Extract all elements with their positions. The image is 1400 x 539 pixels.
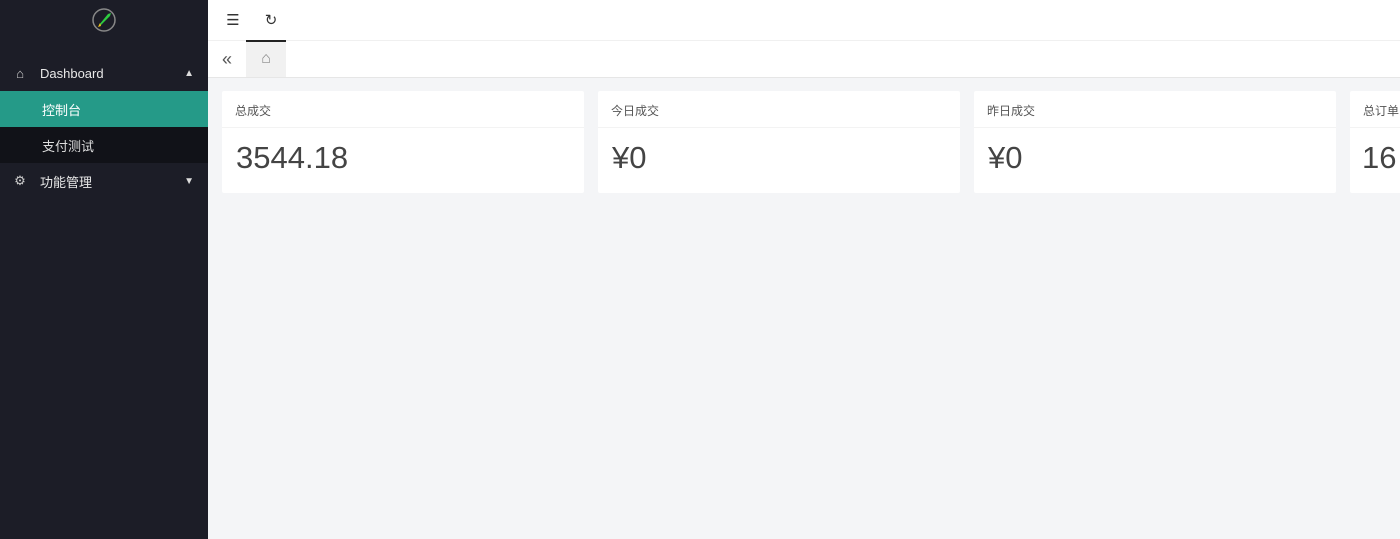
- logo[interactable]: [0, 0, 208, 40]
- sidebar-item-payment-test[interactable]: 支付测试: [0, 127, 208, 163]
- home-icon: ⌂: [16, 65, 24, 81]
- menu-feature-management-label: 功能管理: [40, 174, 93, 190]
- menu-dashboard-label: Dashboard: [40, 65, 104, 81]
- rocket-logo-icon: [92, 8, 116, 32]
- stat-card-total: 总成交 3544.18: [222, 91, 584, 193]
- double-chevron-left-icon[interactable]: «: [208, 49, 246, 70]
- top-bar: ☰ ↻: [208, 0, 1400, 41]
- sidebar-item-console[interactable]: 控制台: [0, 91, 208, 127]
- card-value: 16: [1362, 140, 1397, 175]
- card-value: ¥0: [988, 140, 1023, 175]
- chevron-up-icon: ▲: [184, 67, 194, 79]
- sidebar: ⌂ Dashboard ▲ 控制台 支付测试 ⚙ 功能管理 ▼: [0, 0, 208, 539]
- tab-bar: « ⌂: [208, 39, 1400, 78]
- stat-card-orders: 总订单 16: [1350, 91, 1400, 193]
- menu-feature-management[interactable]: ⚙ 功能管理 ▼: [0, 163, 208, 199]
- home-icon: ⌂: [261, 50, 271, 67]
- menu-fold-icon[interactable]: ☰: [220, 11, 246, 29]
- card-title: 总成交: [222, 91, 584, 128]
- menu-dashboard[interactable]: ⌂ Dashboard ▲: [0, 55, 208, 91]
- gear-icon: ⚙: [14, 173, 26, 188]
- card-title: 昨日成交: [974, 91, 1336, 128]
- card-title: 总订单: [1350, 91, 1400, 128]
- card-value: 3544.18: [236, 140, 349, 175]
- card-value: ¥0: [612, 140, 647, 175]
- stat-card-yesterday: 昨日成交 ¥0: [974, 91, 1336, 193]
- stat-card-today: 今日成交 ¥0: [598, 91, 960, 193]
- card-title: 今日成交: [598, 91, 960, 128]
- tab-home[interactable]: ⌂: [246, 39, 286, 77]
- stat-cards: 总成交 3544.18 今日成交 ¥0 昨日成交 ¥0 总订单 16: [222, 91, 1400, 193]
- chevron-down-icon: ▼: [184, 175, 194, 187]
- refresh-icon[interactable]: ↻: [258, 11, 284, 29]
